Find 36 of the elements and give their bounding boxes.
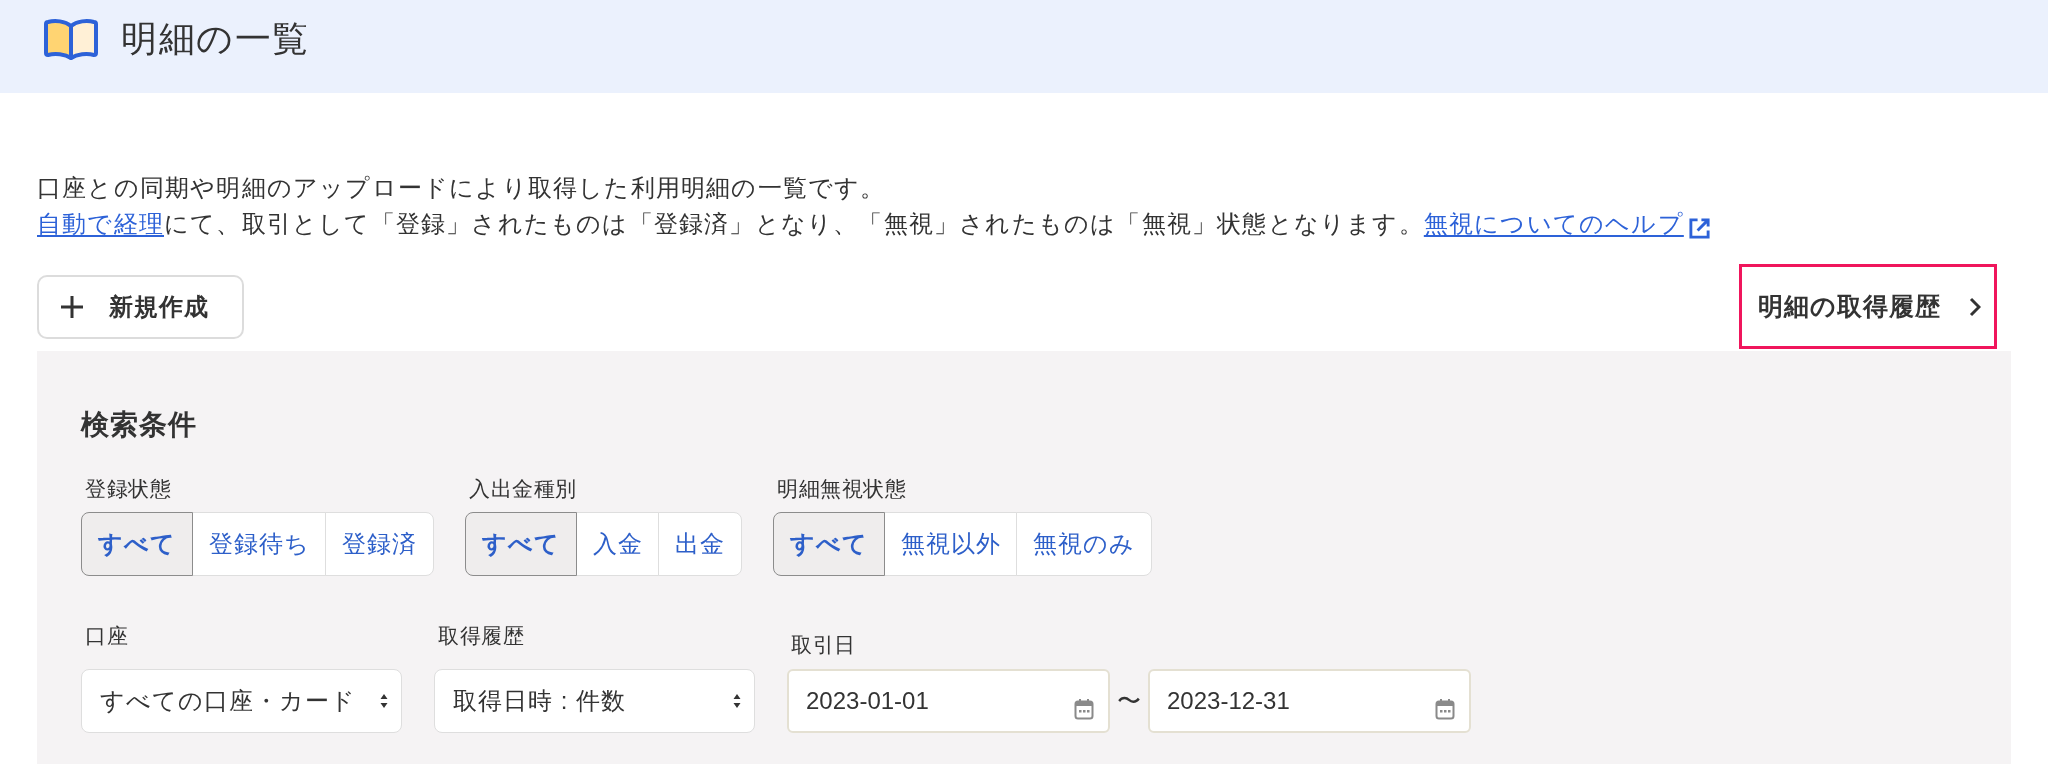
calendar-icon	[1435, 698, 1455, 720]
filter-label: 入出金種別	[468, 476, 578, 502]
description-text: 口座との同期や明細のアップロードにより取得した利用明細の一覧です。	[37, 173, 887, 203]
up-down-arrows-icon	[380, 693, 388, 709]
segment-option[interactable]: 入金	[575, 512, 660, 576]
range-separator: 〜	[1116, 686, 1142, 716]
dropdown-select[interactable]: すべての口座・カード	[81, 669, 402, 733]
filter-label: 明細無視状態	[776, 476, 907, 502]
date-input[interactable]: 2023-01-01	[787, 669, 1110, 733]
segment-option[interactable]: 無視以外	[883, 512, 1018, 576]
page-title: 明細の一覧	[121, 17, 310, 61]
new-button[interactable]: 新規作成	[37, 274, 244, 339]
plus-icon	[60, 294, 84, 319]
segment-option[interactable]: すべて	[81, 512, 193, 576]
inline-link[interactable]: 自動で経理	[37, 210, 164, 237]
chevron-right-icon	[1969, 296, 1981, 317]
segment-option[interactable]: 無視のみ	[1016, 512, 1152, 576]
filter-label: 登録状態	[84, 476, 172, 502]
field-label: 取得履歴	[437, 623, 525, 649]
description-text: 自動で経理にて、取引として「登録」されたものは「登録済」となり、「無視」されたものは「無視」状態となります。無視についてのヘルプ	[37, 206, 2011, 242]
field-label: 口座	[84, 623, 129, 649]
up-down-arrows-icon	[733, 693, 741, 709]
book-icon	[43, 17, 99, 61]
external-link-icon	[1687, 217, 1711, 240]
segment-option[interactable]: 登録済	[325, 512, 434, 576]
search-title: 検索条件	[81, 408, 198, 442]
segment-option[interactable]: 出金	[658, 512, 742, 576]
segment-option[interactable]: すべて	[773, 512, 885, 576]
dropdown-select[interactable]: 取得日時 : 件数	[434, 669, 755, 733]
segment-option[interactable]: すべて	[465, 512, 577, 576]
segment-option[interactable]: 登録待ち	[191, 512, 327, 576]
calendar-icon	[1074, 698, 1094, 720]
help-link[interactable]: 無視についてのヘルプ	[1423, 206, 1711, 242]
history-link[interactable]: 明細の取得履歴	[1739, 264, 1997, 349]
date-input[interactable]: 2023-12-31	[1148, 669, 1471, 733]
field-label: 取引日	[790, 632, 857, 658]
